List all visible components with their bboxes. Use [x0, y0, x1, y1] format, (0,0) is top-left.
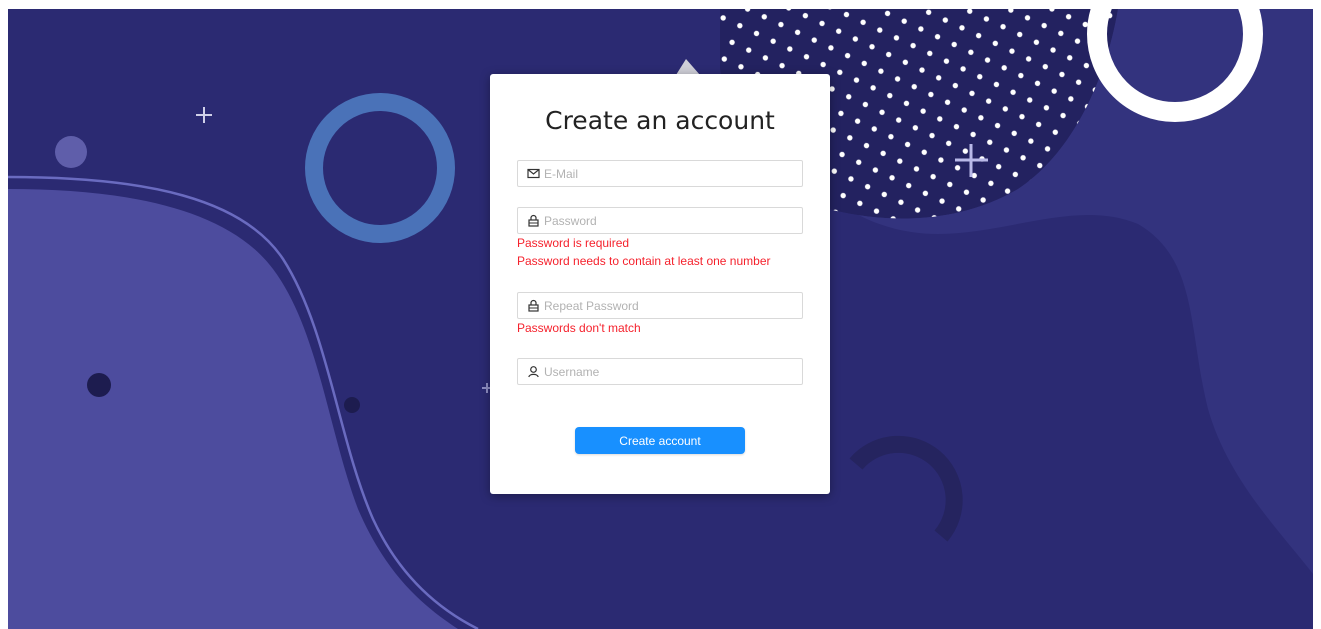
password-mismatch-error: Passwords don't match: [517, 321, 641, 335]
email-input[interactable]: [544, 166, 802, 181]
signup-card: Create an account Password is required P…: [490, 74, 830, 494]
lock-icon: [527, 214, 540, 227]
dark-arc: [849, 435, 963, 542]
blue-ring: [305, 93, 455, 243]
username-input[interactable]: [544, 364, 802, 379]
page-title: Create an account: [545, 106, 775, 135]
repeat-password-field[interactable]: [517, 292, 803, 319]
circle-small-light: [55, 136, 87, 168]
create-account-button[interactable]: Create account: [575, 427, 745, 454]
circle-dark-large: [87, 373, 111, 397]
password-input[interactable]: [544, 213, 802, 228]
username-field[interactable]: [517, 358, 803, 385]
password-number-error: Password needs to contain at least one n…: [517, 254, 771, 268]
plus-sign-left: [196, 107, 212, 123]
password-required-error: Password is required: [517, 236, 630, 250]
lock-icon: [527, 299, 540, 312]
user-icon: [527, 365, 540, 378]
email-field[interactable]: [517, 160, 803, 187]
wave-blob-left: [8, 189, 458, 629]
repeat-password-input[interactable]: [544, 298, 802, 313]
triangle-shape: [676, 59, 700, 75]
circle-dark-small: [344, 397, 360, 413]
password-field[interactable]: [517, 207, 803, 234]
mail-icon: [527, 167, 540, 180]
